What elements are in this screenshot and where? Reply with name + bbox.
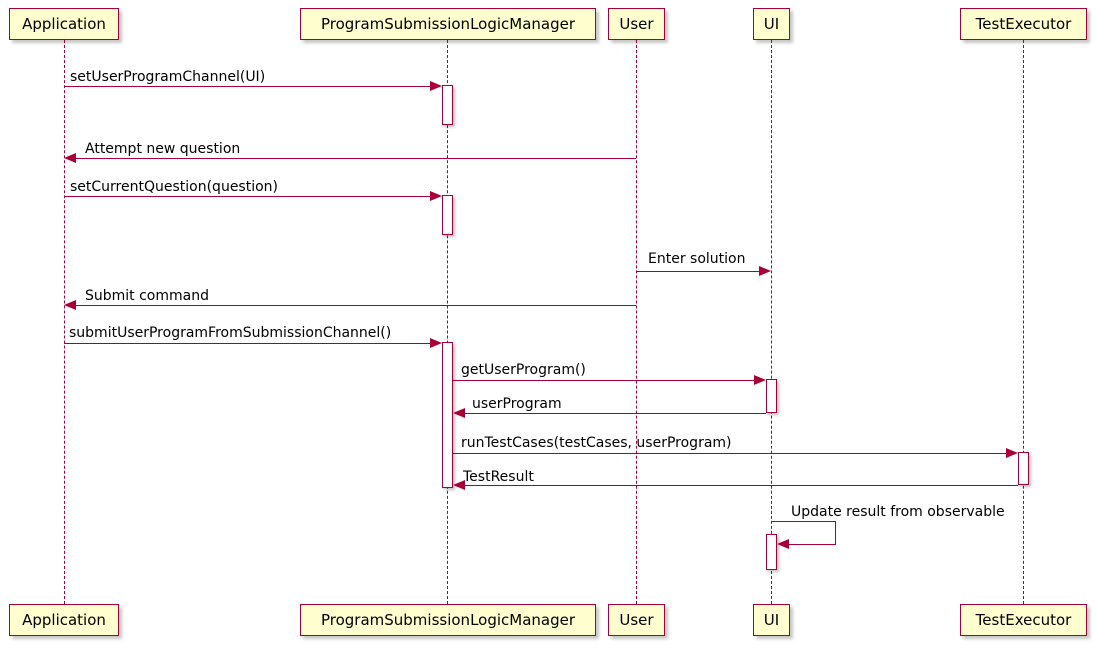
message-label-7: getUserProgram() bbox=[461, 362, 586, 378]
message-label-1: setUserProgramChannel(UI) bbox=[70, 69, 266, 85]
message-line-4 bbox=[636, 271, 759, 272]
participant-box-ui-top[interactable]: UI bbox=[753, 8, 790, 40]
message-arrowhead-8 bbox=[453, 408, 465, 418]
participant-box-user-bottom[interactable]: User bbox=[608, 604, 665, 636]
message-label-4: Enter solution bbox=[648, 251, 746, 267]
participant-label-testexecutor-bottom: TestExecutor bbox=[975, 610, 1072, 629]
message-arrowhead-9 bbox=[1006, 448, 1018, 458]
message-arrowhead-10 bbox=[453, 480, 465, 490]
message-arrowhead-5 bbox=[64, 300, 76, 310]
self-message-segment-top bbox=[771, 521, 836, 522]
sequence-diagram-canvas: Application ProgramSubmissionLogicManage… bbox=[0, 0, 1096, 651]
message-line-8 bbox=[465, 413, 766, 414]
participant-label-user-bottom: User bbox=[619, 610, 654, 629]
participant-box-application-bottom[interactable]: Application bbox=[9, 604, 119, 636]
participant-label-pslm-top: ProgramSubmissionLogicManager bbox=[320, 14, 576, 33]
lifeline-testexecutor bbox=[1023, 40, 1024, 604]
participant-label-application-top: Application bbox=[22, 14, 106, 33]
message-label-5: Submit command bbox=[85, 288, 209, 304]
lifeline-user bbox=[636, 40, 637, 604]
participant-label-application-bottom: Application bbox=[22, 610, 106, 629]
message-label-11: Update result from observable bbox=[791, 504, 1005, 520]
participant-label-ui-top: UI bbox=[763, 14, 780, 33]
message-line-6 bbox=[64, 343, 430, 344]
participant-box-pslm-bottom[interactable]: ProgramSubmissionLogicManager bbox=[300, 604, 596, 636]
lifeline-ui bbox=[771, 40, 772, 604]
message-label-9: runTestCases(testCases, userProgram) bbox=[461, 435, 732, 451]
participant-label-user-top: User bbox=[619, 14, 654, 33]
self-message-arrowhead bbox=[777, 539, 789, 549]
message-label-3: setCurrentQuestion(question) bbox=[70, 179, 279, 195]
activation-ui-1 bbox=[766, 379, 777, 413]
self-message-segment-right bbox=[835, 521, 836, 544]
message-label-6: submitUserProgramFromSubmissionChannel() bbox=[69, 325, 392, 341]
self-message-segment-bottom bbox=[789, 544, 836, 545]
activation-pslm-1 bbox=[442, 85, 453, 125]
participant-label-ui-bottom: UI bbox=[763, 610, 780, 629]
message-line-10 bbox=[465, 485, 1018, 486]
message-line-7 bbox=[453, 380, 754, 381]
message-label-8: userProgram bbox=[472, 396, 562, 412]
participant-box-pslm-top[interactable]: ProgramSubmissionLogicManager bbox=[300, 8, 596, 40]
message-arrowhead-6 bbox=[430, 338, 442, 348]
activation-pslm-3 bbox=[442, 342, 453, 488]
message-arrowhead-2 bbox=[64, 153, 76, 163]
participant-box-testexecutor-top[interactable]: TestExecutor bbox=[960, 8, 1087, 40]
message-arrowhead-3 bbox=[430, 191, 442, 201]
activation-pslm-2 bbox=[442, 195, 453, 235]
participant-box-testexecutor-bottom[interactable]: TestExecutor bbox=[960, 604, 1087, 636]
activation-testexecutor-1 bbox=[1018, 452, 1029, 485]
message-arrowhead-7 bbox=[754, 375, 766, 385]
participant-box-application-top[interactable]: Application bbox=[9, 8, 119, 40]
message-line-1 bbox=[64, 86, 430, 87]
message-arrowhead-1 bbox=[430, 81, 442, 91]
message-label-10: TestResult bbox=[463, 469, 534, 485]
message-line-2 bbox=[76, 158, 636, 159]
participant-label-pslm-bottom: ProgramSubmissionLogicManager bbox=[320, 610, 576, 629]
message-arrowhead-4 bbox=[759, 266, 771, 276]
lifeline-application bbox=[64, 40, 65, 604]
participant-label-testexecutor-top: TestExecutor bbox=[975, 14, 1072, 33]
message-line-3 bbox=[64, 196, 430, 197]
message-line-5 bbox=[76, 305, 636, 306]
participant-box-ui-bottom[interactable]: UI bbox=[753, 604, 790, 636]
participant-box-user-top[interactable]: User bbox=[608, 8, 665, 40]
message-line-9 bbox=[453, 453, 1006, 454]
message-label-2: Attempt new question bbox=[85, 141, 241, 157]
activation-ui-2 bbox=[766, 534, 777, 570]
